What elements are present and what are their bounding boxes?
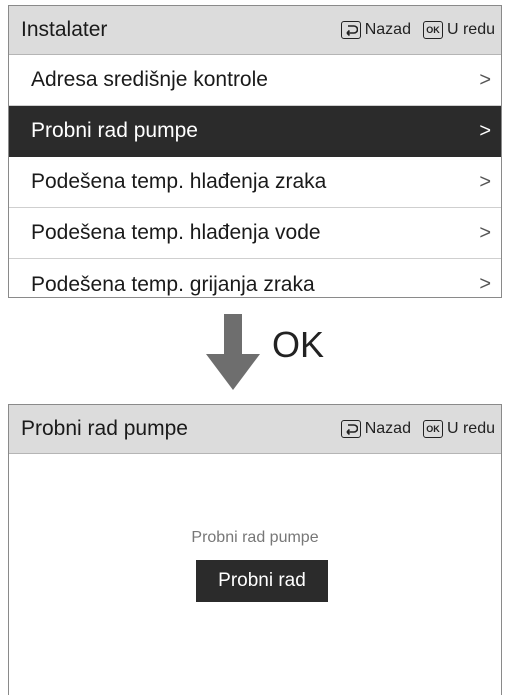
ok-label: U redu: [446, 420, 495, 437]
chevron-right-icon: >: [479, 273, 491, 295]
menu-item-label: Adresa središnje kontrole: [31, 68, 268, 91]
pump-test-run-screen: Probni rad pumpe Nazad OK U redu Probni …: [8, 404, 502, 695]
pump-test-caption: Probni rad pumpe: [191, 529, 319, 546]
menu-item-label: Podešena temp. hlađenja zraka: [31, 170, 327, 193]
menu-item-central-control-address[interactable]: Adresa središnje kontrole >: [9, 55, 501, 106]
back-softkey[interactable]: Nazad: [340, 21, 411, 39]
transition-label: OK: [272, 324, 325, 365]
chevron-right-icon: >: [479, 221, 491, 244]
menu-item-air-cooling-temp[interactable]: Podešena temp. hlađenja zraka >: [9, 157, 501, 208]
menu-item-water-cooling-temp[interactable]: Podešena temp. hlađenja vode >: [9, 208, 501, 259]
menu-item-label: Podešena temp. grijanja zraka: [31, 272, 315, 296]
back-label: Nazad: [364, 21, 411, 38]
test-run-button[interactable]: Probni rad: [196, 560, 328, 602]
menu-item-label: Probni rad pumpe: [31, 119, 198, 142]
screen-title: Instalater: [21, 18, 108, 41]
back-softkey[interactable]: Nazad: [340, 420, 411, 438]
screen-title: Probni rad pumpe: [21, 417, 188, 440]
ok-softkey[interactable]: OK U redu: [422, 21, 495, 39]
back-label: Nazad: [364, 420, 411, 437]
title-bar: Probni rad pumpe Nazad OK U redu: [9, 405, 501, 454]
ok-softkey[interactable]: OK U redu: [422, 420, 495, 438]
title-bar: Instalater Nazad OK U redu: [9, 6, 501, 55]
menu-item-label: Podešena temp. hlađenja vode: [31, 221, 321, 244]
ok-key-icon: OK: [422, 21, 443, 39]
back-key-icon: [340, 21, 361, 39]
chevron-right-icon: >: [479, 68, 491, 91]
menu-item-pump-test-run[interactable]: Probni rad pumpe >: [9, 106, 501, 157]
chevron-right-icon: >: [479, 119, 491, 142]
ok-key-icon: OK: [422, 420, 443, 438]
menu-item-air-heating-temp[interactable]: Podešena temp. grijanja zraka >: [9, 259, 501, 297]
installer-menu-screen: Instalater Nazad OK U redu Adresa središ…: [8, 5, 502, 298]
down-arrow-icon: [198, 314, 268, 390]
ok-label: U redu: [446, 21, 495, 38]
back-key-icon: [340, 420, 361, 438]
chevron-right-icon: >: [479, 170, 491, 193]
